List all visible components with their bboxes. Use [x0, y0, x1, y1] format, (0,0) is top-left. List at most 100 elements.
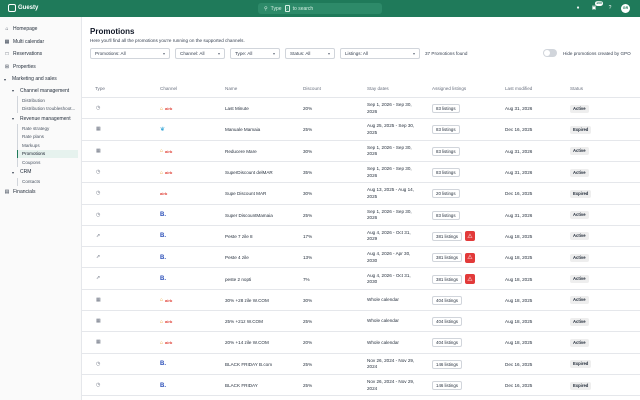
table-row[interactable]: ▦ ⌂ airb 30% +28 zile W.COM 30% Whole calenda…	[82, 288, 640, 311]
sidebar-item-rate-strategy[interactable]: Rate strategy	[17, 124, 78, 133]
table-row[interactable]: ⇗ B. peste 2 nopti 7% Aug 4, 2026 - Oct 31, …	[82, 267, 640, 288]
table-row[interactable]: ▦⌂airb15% +7 zile pe site15%Whole calend…	[82, 395, 640, 400]
sidebar-item-coupons[interactable]: Coupons	[17, 158, 78, 167]
sidebar-item-markups[interactable]: Markups	[17, 141, 78, 150]
promotion-name[interactable]: Supe Discount MAR	[225, 183, 266, 204]
hide-gpo-toggle[interactable]	[543, 49, 557, 57]
sidebar-subgroup-revenue-management[interactable]: ▾ Revenue management	[0, 113, 81, 124]
listings-count-button[interactable]: 83 listings	[432, 146, 460, 156]
listings-count-button[interactable]: 83 listings	[432, 104, 460, 114]
booking-channel-icon: B.	[160, 361, 166, 368]
airbnb-channel-icon: airb	[165, 170, 173, 176]
filter-promotions[interactable]: Promotions: All ▾	[90, 48, 170, 59]
table-row[interactable]: ⇗ B. Peste 7 zile 8 17% Aug 4, 2026 - Oct 31…	[82, 224, 640, 247]
last-modified: Aug 31, 2026	[505, 212, 533, 218]
table-header: Type Channel Name Discount Stay dates As…	[82, 86, 640, 96]
promotion-name[interactable]: SuperDiscount delMAR	[225, 162, 273, 183]
airbnb-channel-icon: airb	[165, 340, 173, 346]
last-modified: Dec 16, 2025	[505, 383, 533, 389]
warning-icon[interactable]: ⚠	[464, 231, 475, 242]
sidebar-item-label: Financials	[13, 189, 36, 196]
sidebar-item-rate-plans[interactable]: Rate plans	[17, 132, 78, 141]
listings-count-button[interactable]: 83 listings	[432, 210, 460, 220]
discount-value: 25%	[303, 383, 313, 389]
bell-icon[interactable]: ♦	[573, 3, 583, 13]
vrbo-channel-icon: ⌂	[160, 148, 164, 155]
promotion-name[interactable]: 20% +14 zile W.COM	[225, 332, 269, 353]
sidebar-group-marketing[interactable]: ▾ Marketing and sales	[0, 73, 81, 85]
stay-dates-cell: Whole calendar	[367, 290, 421, 311]
promotion-name[interactable]: BLACK FRIDAY	[225, 375, 258, 396]
table-row[interactable]: ⇗ B. Peste 4 zile 13% Aug 4, 2026 - Apr 30, …	[82, 246, 640, 267]
promotion-name[interactable]: Peste 7 zile 8	[225, 226, 253, 247]
stay-dates-cell: Nov 26, 2024 - Nov 29, 2024	[367, 354, 421, 375]
last-modified: Aug 18, 2025	[505, 255, 533, 261]
table-row[interactable]: ◷ B. Super DiscountMamaia 25% Sep 1, 2026 - …	[82, 203, 640, 226]
table-row[interactable]: ◷ ⌂ airb SuperDiscount delMAR 35% Sep 1, 2026…	[82, 160, 640, 183]
sidebar: ⌂ Homepage ▦ Multi calendar □ Reservatio…	[0, 17, 82, 400]
sidebar-item-financials[interactable]: ▤ Financials	[0, 186, 81, 199]
hide-gpo-toggle-label: Hide promotions created by GPO	[563, 51, 631, 56]
listings-count-button[interactable]: 146 listings	[432, 381, 462, 391]
inbox-icon[interactable]: ▣ 100	[589, 1, 603, 13]
filter-status[interactable]: Status: All ▾	[285, 48, 335, 59]
listings-count-button[interactable]: 83 listings	[432, 125, 460, 135]
search-input[interactable]: ⚲ Type / to search	[258, 3, 382, 14]
promotion-name[interactable]: 15% +7 zile pe site	[225, 396, 264, 400]
stay-dates-cell: Whole calendar	[367, 311, 421, 332]
listings-count-button[interactable]: 381 listings	[432, 253, 462, 263]
brand[interactable]: Guesty	[8, 4, 38, 12]
table-row[interactable]: ◷ B. BLACK FRIDAY 25% Nov 26, 2024 - Nov 29,…	[82, 373, 640, 396]
link-icon: ⇗	[96, 275, 101, 282]
listings-count-button[interactable]: 381 listings	[432, 231, 462, 241]
search-placeholder: Type	[270, 5, 282, 12]
listings-count-button[interactable]: 404 listings	[432, 338, 462, 348]
promotion-name[interactable]: BLACK FRIDAY B.com	[225, 354, 272, 375]
sidebar-subgroup-crm[interactable]: ▾ CRM	[0, 167, 81, 178]
sidebar-item-homepage[interactable]: ⌂ Homepage	[0, 23, 81, 36]
help-icon[interactable]: ?	[605, 3, 615, 13]
promotion-name[interactable]: Last Minute	[225, 98, 249, 119]
warning-icon[interactable]: ⚠	[464, 274, 475, 285]
sidebar-subgroup-channel-management[interactable]: ▾ Channel management	[0, 85, 81, 96]
sidebar-item-distribution-troubleshoot[interactable]: Distribution troubleshoot...	[17, 104, 78, 113]
table-row[interactable]: ▦ ❦ Manuale Mamaia 25% Aug 25, 2025 - Sep 30…	[82, 118, 640, 139]
reservations-icon: □	[5, 51, 9, 58]
listings-count-button[interactable]: 146 listings	[432, 359, 462, 369]
table-row[interactable]: ▦ ⌂ airb 20% +14 zile W.COM 20% Whole calenda…	[82, 331, 640, 352]
promotion-name[interactable]: Peste 4 zile	[225, 247, 249, 268]
sidebar-item-distribution[interactable]: Distribution	[17, 96, 78, 105]
channel-cell: ⌂airb	[160, 396, 172, 400]
table-row[interactable]: ▦ ⌂ airb 25% +21z W.COM 25% Whole calendar 404…	[82, 310, 640, 331]
avatar[interactable]: GR	[621, 3, 630, 13]
table-row[interactable]: ◷ airb Supe Discount MAR 30% Aug 13, 2025 - …	[82, 182, 640, 203]
discount-value: 25%	[303, 212, 313, 218]
sidebar-group-label: Marketing and sales	[12, 76, 57, 82]
sidebar-item-reservations[interactable]: □ Reservations	[0, 48, 81, 61]
filter-type[interactable]: Type: All ▾	[230, 48, 280, 59]
sidebar-item-contacts[interactable]: Contacts	[17, 177, 78, 186]
warning-icon[interactable]: ⚠	[464, 252, 475, 263]
filter-listings[interactable]: Listings: All ▾	[340, 48, 420, 59]
table-row[interactable]: ▦ ⌂ airb Reducere Mare 30% Sep 1, 2026 - Sep …	[82, 139, 640, 162]
listings-count-button[interactable]: 20 listings	[432, 189, 460, 199]
promotion-name[interactable]: Manuale Mamaia	[225, 119, 260, 140]
table-row[interactable]: ◷ B. BLACK FRIDAY B.com 25% Nov 26, 2024 - N…	[82, 352, 640, 375]
listings-count-button[interactable]: 404 listings	[432, 295, 462, 305]
listings-count-button[interactable]: 83 listings	[432, 168, 460, 178]
promotion-name[interactable]: Super DiscountMamaia	[225, 205, 273, 226]
vrbo-channel-icon: ⌂	[160, 297, 164, 304]
promotion-name[interactable]: 25% +21z W.COM	[225, 311, 263, 332]
discount-value: 25%	[303, 319, 313, 325]
sidebar-item-properties[interactable]: ⊞ Properties	[0, 61, 81, 74]
table-row[interactable]: ◷ ⌂ airb Last Minute 20% Sep 1, 2026 - Sep 30…	[82, 97, 640, 118]
listings-count-button[interactable]: 381 listings	[432, 274, 462, 284]
promotion-name[interactable]: Reducere Mare	[225, 141, 257, 162]
sidebar-item-multi-calendar[interactable]: ▦ Multi calendar	[0, 36, 81, 49]
filter-channel[interactable]: Channel: All ▾	[175, 48, 225, 59]
promotion-name[interactable]: peste 2 nopti	[225, 268, 251, 289]
promotion-name[interactable]: 30% +28 zile W.COM	[225, 290, 269, 311]
listings-count-button[interactable]: 404 listings	[432, 317, 462, 327]
sidebar-item-promotions[interactable]: Promotions	[17, 149, 78, 158]
stay-dates-cell: Sep 1, 2026 - Sep 30, 2026	[367, 98, 421, 119]
